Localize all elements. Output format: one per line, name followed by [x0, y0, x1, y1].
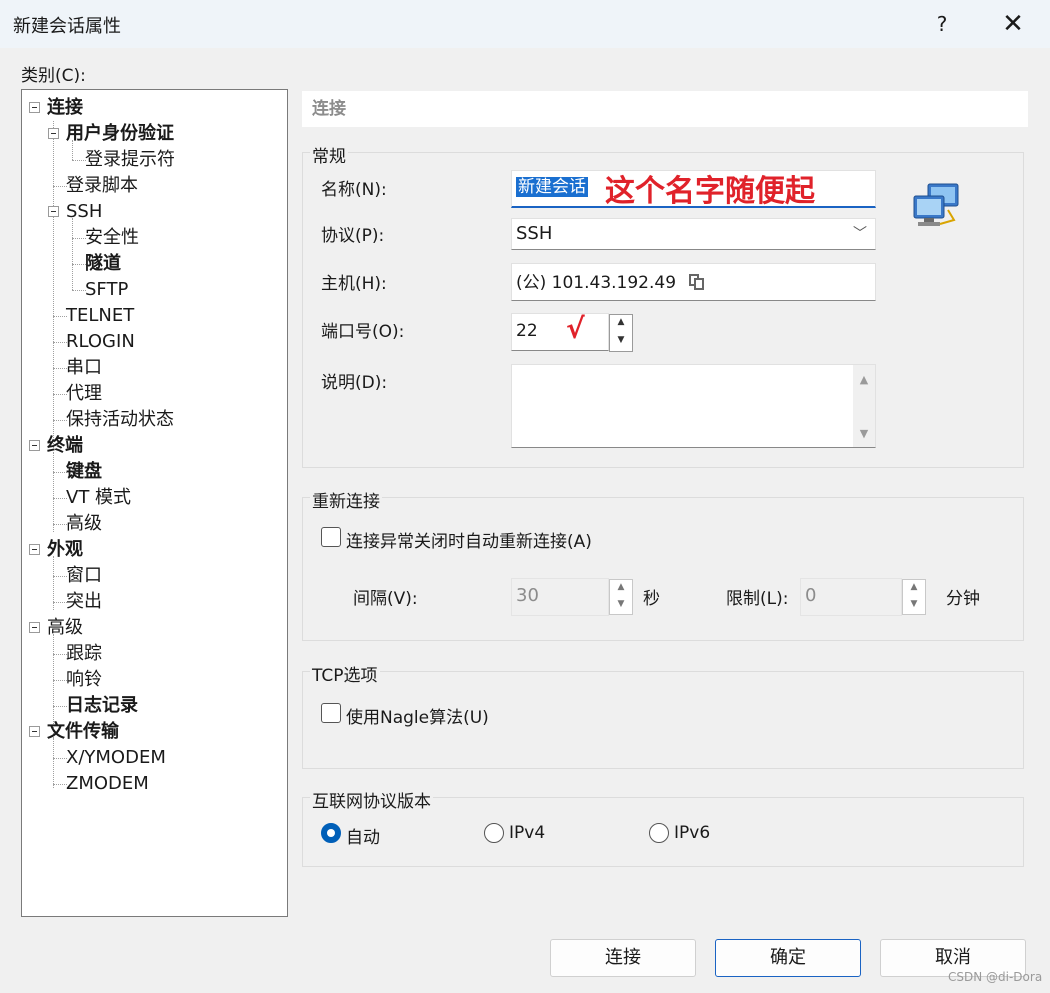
copy-icon[interactable] — [689, 274, 705, 290]
tree-item-keepalive[interactable]: 保持活动状态 — [66, 407, 174, 433]
watermark: CSDN @di-Dora — [948, 970, 1043, 984]
window-title: 新建会话属性 — [13, 16, 121, 37]
port-label: 端口号(O): — [321, 322, 405, 342]
tree-item-advanced[interactable]: 高级 — [47, 615, 83, 641]
host-input[interactable]: (公) 101.43.192.49 — [511, 263, 876, 301]
port-annotation: √ — [566, 312, 585, 345]
tree-item-telnet[interactable]: TELNET — [66, 303, 134, 329]
spin-up-icon[interactable]: ▲ — [610, 317, 632, 327]
collapse-icon[interactable] — [29, 102, 40, 113]
spin-down-icon[interactable]: ▼ — [610, 599, 632, 609]
tree-item-keyboard[interactable]: 键盘 — [66, 459, 102, 485]
ipv4-radio[interactable] — [484, 823, 504, 843]
tree-item-proxy[interactable]: 代理 — [66, 381, 102, 407]
panel-header: 连接 — [302, 91, 1028, 127]
tree-item-tunnel[interactable]: 隧道 — [85, 251, 121, 277]
limit-unit: 分钟 — [946, 589, 980, 609]
interval-input[interactable]: 30 — [511, 578, 609, 616]
help-button[interactable]: ? — [928, 8, 956, 40]
tree-item-sftp[interactable]: SFTP — [85, 277, 128, 303]
auto-reconnect-label[interactable]: 连接异常关闭时自动重新连接(A) — [346, 527, 592, 552]
description-label: 说明(D): — [321, 373, 388, 393]
scroll-up-icon[interactable]: ▲ — [853, 373, 875, 386]
category-tree[interactable]: 连接 用户身份验证 登录提示符 登录脚本 SSH 安全性 隧道 SFTP TEL… — [21, 89, 288, 917]
tree-item-terminal[interactable]: 终端 — [47, 433, 83, 459]
interval-value: 30 — [516, 585, 539, 606]
name-annotation: 这个名字随便起 — [605, 174, 815, 209]
ipv6-label[interactable]: IPv6 — [674, 823, 710, 843]
host-value: (公) 101.43.192.49 — [516, 273, 677, 293]
ipv6-radio[interactable] — [649, 823, 669, 843]
spin-up-icon[interactable]: ▲ — [610, 582, 632, 592]
chevron-down-icon: ﹀ — [853, 226, 867, 242]
description-scrollbar[interactable]: ▲ ▼ — [853, 365, 875, 447]
port-stepper[interactable]: ▲ ▼ — [609, 314, 633, 352]
tree-item-terminal-advanced[interactable]: 高级 — [66, 511, 102, 537]
general-group-title: 常规 — [310, 142, 348, 167]
tree-item-appearance[interactable]: 外观 — [47, 537, 83, 563]
auto-reconnect-checkbox[interactable] — [321, 527, 341, 547]
protocol-label: 协议(P): — [321, 226, 385, 246]
tree-item-security[interactable]: 安全性 — [85, 225, 139, 251]
tree-item-rlogin[interactable]: RLOGIN — [66, 329, 135, 355]
tree-item-connection[interactable]: 连接 — [47, 95, 83, 121]
limit-stepper[interactable]: ▲ ▼ — [902, 579, 926, 615]
spin-down-icon[interactable]: ▼ — [610, 335, 632, 345]
protocol-select[interactable]: SSH ﹀ — [511, 218, 876, 250]
limit-input[interactable]: 0 — [800, 578, 902, 616]
network-computers-icon — [910, 180, 964, 230]
tree-item-bell[interactable]: 响铃 — [66, 667, 102, 693]
port-value: 22 — [516, 321, 538, 341]
tree-item-logging[interactable]: 日志记录 — [66, 693, 138, 719]
ip-auto-radio[interactable] — [321, 823, 341, 843]
spin-down-icon[interactable]: ▼ — [903, 599, 925, 609]
connect-button[interactable]: 连接 — [550, 939, 696, 977]
host-label: 主机(H): — [321, 274, 387, 294]
protocol-value: SSH — [516, 223, 553, 244]
tree-item-xymodem[interactable]: X/YMODEM — [66, 745, 166, 771]
tree-item-login-prompt[interactable]: 登录提示符 — [85, 147, 175, 173]
ok-button[interactable]: 确定 — [715, 939, 861, 977]
ip-auto-label[interactable]: 自动 — [346, 823, 380, 848]
ip-version-group-title: 互联网协议版本 — [310, 787, 433, 812]
close-button[interactable]: ✕ — [996, 8, 1030, 40]
description-input[interactable]: ▲ ▼ — [511, 364, 876, 448]
collapse-icon[interactable] — [29, 440, 40, 451]
nagle-checkbox[interactable] — [321, 703, 341, 723]
reconnect-group — [302, 497, 1024, 641]
tree-item-window[interactable]: 窗口 — [66, 563, 102, 589]
interval-label: 间隔(V): — [353, 589, 418, 609]
ipv4-label[interactable]: IPv4 — [509, 823, 545, 843]
interval-unit: 秒 — [643, 589, 660, 609]
tree-item-trace[interactable]: 跟踪 — [66, 641, 102, 667]
interval-stepper[interactable]: ▲ ▼ — [609, 579, 633, 615]
port-input[interactable]: 22 — [511, 313, 609, 351]
tree-item-vt-mode[interactable]: VT 模式 — [66, 485, 131, 511]
title-bar: 新建会话属性 ? ✕ — [0, 0, 1050, 48]
tree-item-zmodem[interactable]: ZMODEM — [66, 771, 149, 797]
collapse-icon[interactable] — [29, 544, 40, 555]
tree-item-serial[interactable]: 串口 — [66, 355, 102, 381]
tree-item-ssh[interactable]: SSH — [66, 199, 102, 225]
collapse-icon[interactable] — [29, 726, 40, 737]
nagle-label[interactable]: 使用Nagle算法(U) — [346, 703, 489, 728]
collapse-icon[interactable] — [29, 622, 40, 633]
collapse-icon[interactable] — [48, 206, 59, 217]
limit-label: 限制(L): — [726, 589, 789, 609]
tree-item-login-script[interactable]: 登录脚本 — [66, 173, 138, 199]
tree-item-highlight[interactable]: 突出 — [66, 589, 102, 615]
scroll-down-icon[interactable]: ▼ — [853, 427, 875, 440]
name-value: 新建会话 — [516, 177, 588, 197]
name-label: 名称(N): — [321, 180, 387, 200]
tree-item-authentication[interactable]: 用户身份验证 — [66, 121, 174, 147]
limit-value: 0 — [805, 585, 817, 606]
category-label: 类别(C): — [21, 66, 86, 86]
tree-item-file-transfer[interactable]: 文件传输 — [47, 719, 119, 745]
tcp-group-title: TCP选项 — [310, 661, 380, 686]
spin-up-icon[interactable]: ▲ — [903, 582, 925, 592]
reconnect-group-title: 重新连接 — [310, 487, 382, 512]
collapse-icon[interactable] — [48, 128, 59, 139]
